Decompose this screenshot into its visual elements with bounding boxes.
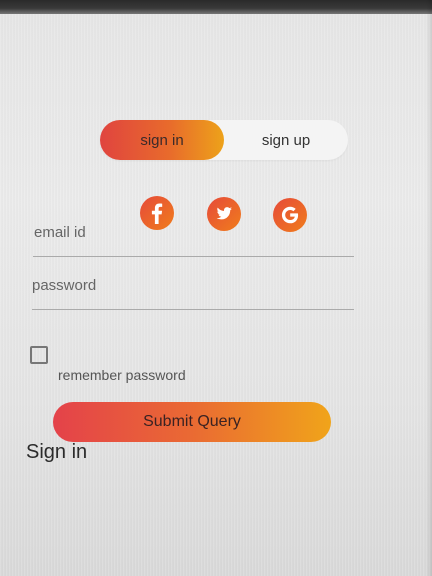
- sign-in-tab[interactable]: sign in: [100, 120, 224, 160]
- submit-button-label: Submit Query: [143, 413, 241, 430]
- remember-password-label: remember password: [58, 367, 186, 383]
- monitor-bezel-right: [426, 0, 432, 576]
- sign-in-heading: Sign in: [26, 441, 88, 463]
- sign-in-tab-label: sign in: [140, 131, 184, 149]
- sign-up-tab-label: sign up: [261, 131, 311, 149]
- password-field[interactable]: [32, 309, 354, 310]
- sign-up-tab[interactable]: sign up: [224, 120, 348, 160]
- monitor-bezel-top: [0, 0, 432, 14]
- twitter-icon[interactable]: [207, 197, 241, 231]
- auth-toggle: sign in sign up: [100, 120, 348, 160]
- password-label: password: [32, 277, 97, 294]
- email-label: email id: [34, 224, 86, 241]
- remember-checkbox[interactable]: [30, 346, 48, 364]
- google-icon[interactable]: [273, 198, 307, 232]
- submit-button[interactable]: Submit Query: [53, 402, 331, 442]
- email-field[interactable]: [33, 256, 354, 257]
- facebook-icon[interactable]: [140, 196, 174, 230]
